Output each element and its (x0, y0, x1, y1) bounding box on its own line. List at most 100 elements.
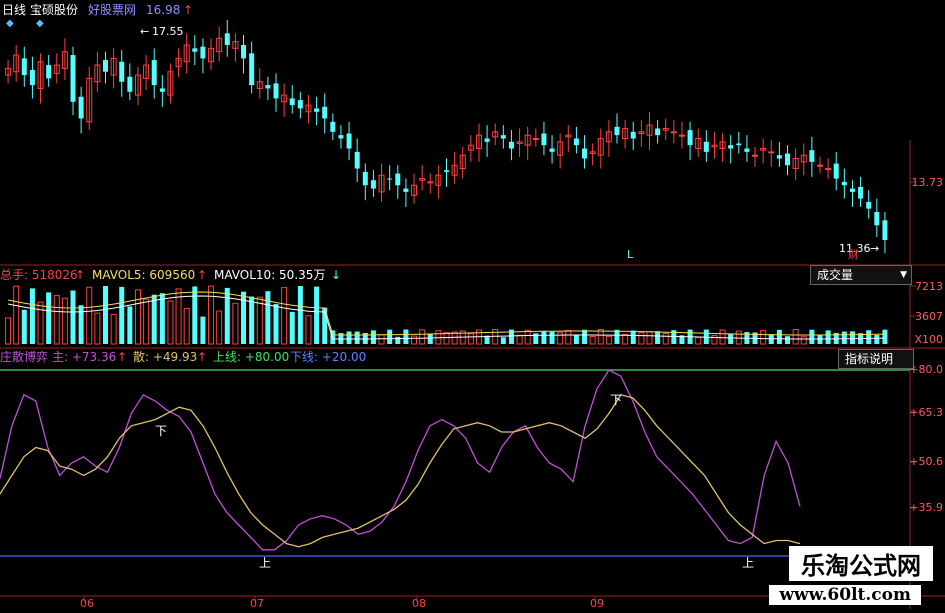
volume-bar (46, 292, 52, 344)
volume-bar (549, 331, 555, 344)
volume-indicator-dropdown[interactable]: 成交量 ▼ (810, 265, 912, 285)
candle-body (882, 220, 888, 240)
low-arrow-icon: → (870, 242, 880, 255)
candle-body (29, 70, 35, 86)
volume-axis-label: 7213 (915, 280, 943, 293)
volume-bar (662, 332, 669, 345)
indicator-explain-button[interactable]: 指标说明 (838, 349, 914, 369)
candle-body (427, 181, 434, 184)
candle-body (655, 128, 661, 136)
event-marker-l[interactable]: L (627, 248, 633, 262)
volume-bar (597, 329, 604, 345)
candle-body (874, 211, 880, 226)
candle-body (768, 151, 775, 154)
volume-bar (167, 300, 174, 345)
chart-canvas[interactable] (0, 0, 945, 609)
volume-bar (110, 313, 117, 345)
volume-bar (37, 301, 44, 345)
candle-body (670, 131, 677, 134)
volume-bar (249, 296, 255, 344)
volume-bar (874, 335, 880, 344)
volume-bar (695, 336, 702, 345)
volume-bar (411, 335, 418, 345)
volume-bar (467, 333, 474, 345)
volume-bar (370, 330, 376, 344)
candle-body (249, 53, 255, 86)
volume-bar (655, 331, 661, 344)
volume-bar (354, 331, 360, 344)
indicator-explain-label: 指标说明 (845, 352, 894, 366)
volume-bar (866, 330, 872, 344)
mavol10-label: MAVOL10: 50.35万 (214, 268, 326, 282)
volume-bar (78, 305, 84, 344)
indicator-axis-label: +50.6 (909, 455, 943, 468)
candle-body (314, 108, 320, 112)
volume-bar (151, 294, 157, 344)
candle-body (809, 150, 815, 162)
volume-bar (53, 295, 60, 345)
volume-bar (387, 329, 393, 344)
indicator-retail-label: 散: +49.93 (133, 350, 198, 364)
volume-bar (605, 335, 612, 345)
finance-marker[interactable]: 财 (848, 248, 859, 262)
candle-body (728, 145, 734, 149)
candle-body (78, 96, 84, 119)
volume-bar (792, 329, 799, 345)
volume-bar (565, 330, 572, 345)
candle-body (403, 188, 409, 192)
stock-chart-window[interactable]: 日线 宝硕股份 好股票网 16.98 ↑ ◆ ◆ ← 17.55 11.36 →… (0, 0, 945, 610)
volume-bar (573, 334, 579, 344)
period-label[interactable]: 日线 (2, 3, 26, 17)
candle-body (151, 60, 157, 86)
candle-body (21, 58, 27, 76)
buy-signal-marker: 上 (259, 556, 272, 570)
up-arrow-icon: ↑ (117, 350, 128, 364)
volume-bar (224, 287, 230, 344)
watermark-url: www.60lt.com (769, 585, 921, 605)
candle-body (549, 148, 555, 152)
candle-body (614, 126, 620, 136)
candle-body (265, 85, 271, 89)
indicator-axis-label: +80.0 (909, 363, 943, 376)
volume-bar (760, 330, 767, 345)
candle-body (736, 143, 742, 146)
high-arrow-icon: ← (140, 25, 150, 38)
volume-bar (305, 315, 312, 345)
candle-body (678, 134, 685, 137)
candle-body (508, 141, 514, 149)
candle-body (744, 148, 750, 152)
volume-bar (200, 316, 206, 344)
sell-signal-marker: 下 (610, 393, 623, 407)
volume-bar (500, 337, 506, 344)
volume-bar (289, 311, 295, 344)
candle-body (192, 48, 198, 52)
candle-body (70, 55, 76, 102)
mavol5-label: MAVOL5: 609560 (92, 268, 196, 282)
indicator-series (0, 369, 910, 557)
high-annotation: 17.55 (152, 25, 184, 38)
volume-bar (427, 334, 433, 344)
candle-body (541, 133, 547, 146)
candle-body (289, 98, 295, 106)
indicator-axis-label: +35.9 (909, 501, 943, 514)
candle-body (841, 181, 847, 186)
volume-bar (70, 290, 76, 344)
candle-body (354, 151, 360, 169)
candle-body (752, 154, 759, 157)
volume-bar (216, 310, 223, 345)
volume-bar (346, 331, 352, 344)
candle-body (866, 201, 872, 209)
volume-dropdown-label: 成交量 (817, 268, 854, 282)
price-axis-label: 13.73 (911, 176, 944, 189)
volume-bar (21, 309, 27, 344)
volume-bar (395, 336, 401, 344)
volume-bar (809, 329, 815, 344)
volume-bar (134, 289, 141, 345)
volume-bar (419, 329, 426, 345)
volume-bar (232, 302, 239, 345)
candle-body (785, 153, 791, 166)
candle-body (825, 168, 832, 171)
volume-bar (61, 297, 68, 345)
candle-body (200, 46, 206, 59)
volume-bar (800, 336, 807, 345)
